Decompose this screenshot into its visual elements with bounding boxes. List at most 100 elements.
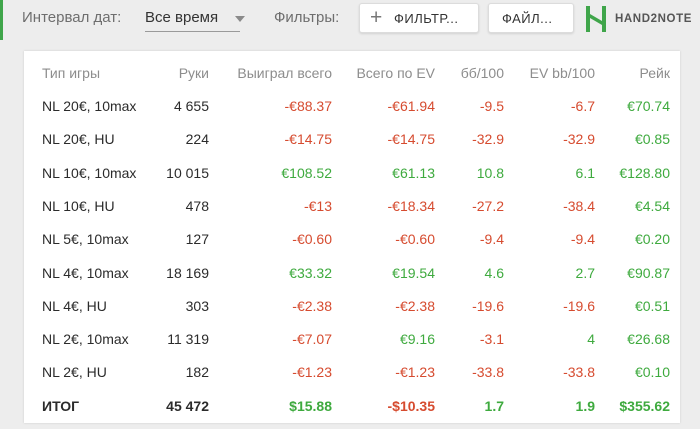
plus-icon: +	[370, 6, 383, 29]
toolbar: Интервал дат: Все время Фильтры: + ФИЛЬТ…	[0, 0, 700, 42]
cell-game-type: NL 2€, 10max	[42, 331, 129, 348]
cell-ev-total: -€0.60	[395, 231, 435, 248]
table-row[interactable]: NL 10€, 10max 10 015 €108.52 €61.13 10.8 6.1 €…	[24, 163, 680, 196]
cell-won-total: -€0.60	[292, 231, 332, 248]
cell-won-total: €33.32	[289, 264, 332, 281]
cell-won-total: -€7.07	[292, 331, 332, 348]
cell-rake: €0.10	[634, 364, 670, 381]
table-row[interactable]: NL 20€, HU 224 -€14.75 -€14.75 -32.9 -32.9 €0.…	[24, 129, 680, 162]
cell-bb100: -27.2	[472, 197, 504, 214]
cell-rake: €90.87	[627, 264, 670, 281]
table-row[interactable]: NL 2€, HU 182 -€1.23 -€1.23 -33.8 -33.8 €0.10	[24, 362, 680, 395]
filters-label: Фильтры:	[274, 9, 340, 26]
header-game-type[interactable]: Тип игры	[42, 63, 100, 83]
header-ev-total[interactable]: Всего по EV	[356, 63, 435, 83]
date-interval-value: Все время	[145, 9, 219, 26]
hand2note-logo-icon	[586, 6, 606, 32]
cell-game-type: ИТОГ	[42, 397, 80, 414]
cell-ev-bb100: 2.7	[575, 264, 595, 281]
table-row[interactable]: NL 20€, 10max 4 655 -€88.37 -€61.94 -9.5 -6.7…	[24, 96, 680, 129]
cell-ev-total: €19.54	[392, 264, 435, 281]
cell-won-total: -€88.37	[284, 98, 332, 114]
cell-ev-total: €61.13	[392, 164, 435, 181]
cell-won-total: -€14.75	[284, 131, 332, 148]
cell-hands: 11 319	[167, 331, 209, 348]
cell-ev-bb100: -38.4	[563, 197, 595, 214]
table-row[interactable]: NL 4€, HU 303 -€2.38 -€2.38 -19.6 -19.6 €0.51	[24, 296, 680, 329]
table-row[interactable]: NL 5€, 10max 127 -€0.60 -€0.60 -9.4 -9.4 €0.20	[24, 229, 680, 262]
cell-ev-bb100: 4	[587, 331, 595, 348]
cell-won-total: €108.52	[281, 164, 332, 181]
cell-bb100: -19.6	[472, 297, 504, 314]
cell-won-total: -€1.23	[292, 364, 332, 381]
date-interval-label: Интервал дат:	[22, 9, 122, 26]
cell-game-type: NL 10€, HU	[42, 197, 115, 214]
cell-hands: 4 655	[173, 98, 209, 114]
cell-rake: €4.54	[634, 197, 670, 214]
cell-bb100: -33.8	[472, 364, 504, 381]
cell-game-type: NL 4€, HU	[42, 297, 107, 314]
cell-game-type: NL 20€, 10max	[42, 98, 137, 114]
cell-ev-bb100: 1.9	[575, 397, 595, 414]
cell-won-total: -€13	[303, 197, 332, 214]
header-won-total[interactable]: Выиграл всего	[237, 63, 332, 83]
cell-ev-total: €9.16	[399, 331, 435, 348]
cell-rake: $355.62	[619, 397, 670, 414]
cell-rake: €128.80	[619, 164, 670, 181]
cell-game-type: NL 5€, 10max	[42, 231, 129, 248]
cell-bb100: -9.4	[479, 231, 504, 248]
cell-won-total: $15.88	[289, 397, 332, 414]
cell-won-total: -€2.38	[292, 297, 332, 314]
cell-bb100: -3.1	[479, 331, 504, 348]
cell-ev-total: -€61.94	[387, 98, 435, 114]
table-row[interactable]: NL 10€, HU 478 -€13 -€18.34 -27.2 -38.4 €4.54	[24, 196, 680, 229]
cell-game-type: NL 10€, 10max	[42, 164, 137, 181]
cell-ev-bb100: -6.7	[570, 98, 595, 114]
hand2note-logo: HAND2NOTE	[584, 4, 700, 34]
header-rake[interactable]: Рейк	[640, 63, 670, 83]
cell-rake: €0.85	[634, 131, 670, 148]
header-bb100[interactable]: бб/100	[461, 63, 504, 83]
cell-ev-bb100: -33.8	[563, 364, 595, 381]
logo-text: HAND2NOTE	[615, 13, 692, 25]
cell-ev-bb100: -19.6	[563, 297, 595, 314]
chevron-down-icon[interactable]	[235, 16, 245, 22]
header-ev-bb100[interactable]: EV bb/100	[530, 63, 595, 83]
header-hands[interactable]: Руки	[179, 63, 209, 83]
select-underline	[145, 31, 241, 32]
cell-game-type: NL 20€, HU	[42, 131, 115, 148]
cell-ev-bb100: -9.4	[570, 231, 595, 248]
cell-hands: 224	[185, 131, 209, 148]
cell-game-type: NL 4€, 10max	[42, 264, 129, 281]
cell-hands: 10 015	[166, 164, 209, 181]
table-row[interactable]: NL 4€, 10max 18 169 €33.32 €19.54 4.6 2.7 €90.…	[24, 263, 680, 296]
cell-game-type: NL 2€, HU	[42, 364, 107, 381]
add-filter-label: ФИЛЬТР...	[394, 11, 459, 26]
cell-hands: 45 472	[166, 397, 209, 414]
cell-bb100: 1.7	[484, 397, 504, 414]
table-row[interactable]: NL 2€, 10max 11 319 -€7.07 €9.16 -3.1 4 €26.68	[24, 329, 680, 362]
cell-hands: 18 169	[166, 264, 209, 281]
cell-hands: 303	[185, 297, 209, 314]
cell-bb100: 10.8	[476, 164, 504, 181]
cell-ev-total: -€1.23	[395, 364, 435, 381]
cell-ev-total: -€2.38	[395, 297, 435, 314]
cell-bb100: -9.5	[479, 98, 504, 114]
stats-table: Тип игры Руки Выиграл всего Всего по EV …	[24, 51, 680, 423]
cell-rake: €26.68	[627, 331, 670, 348]
cell-hands: 478	[185, 197, 209, 214]
cell-rake: €70.74	[627, 98, 670, 114]
file-button-label: ФАЙЛ...	[502, 11, 553, 26]
cell-ev-bb100: -32.9	[563, 131, 595, 148]
cell-bb100: 4.6	[484, 264, 504, 281]
add-filter-button[interactable]: + ФИЛЬТР...	[359, 3, 479, 33]
cell-ev-bb100: 6.1	[575, 164, 595, 181]
date-interval-select[interactable]: Все время	[145, 9, 241, 32]
table-header: Тип игры Руки Выиграл всего Всего по EV …	[24, 63, 680, 96]
cell-rake: €0.51	[634, 297, 670, 314]
total-row[interactable]: ИТОГ 45 472 $15.88 -$10.35 1.7 1.9 $355.62	[24, 396, 680, 429]
cell-ev-total: -€14.75	[387, 131, 435, 148]
cell-ev-total: -$10.35	[387, 397, 435, 414]
file-button[interactable]: ФАЙЛ...	[488, 3, 574, 33]
cell-ev-total: -€18.34	[387, 197, 435, 214]
